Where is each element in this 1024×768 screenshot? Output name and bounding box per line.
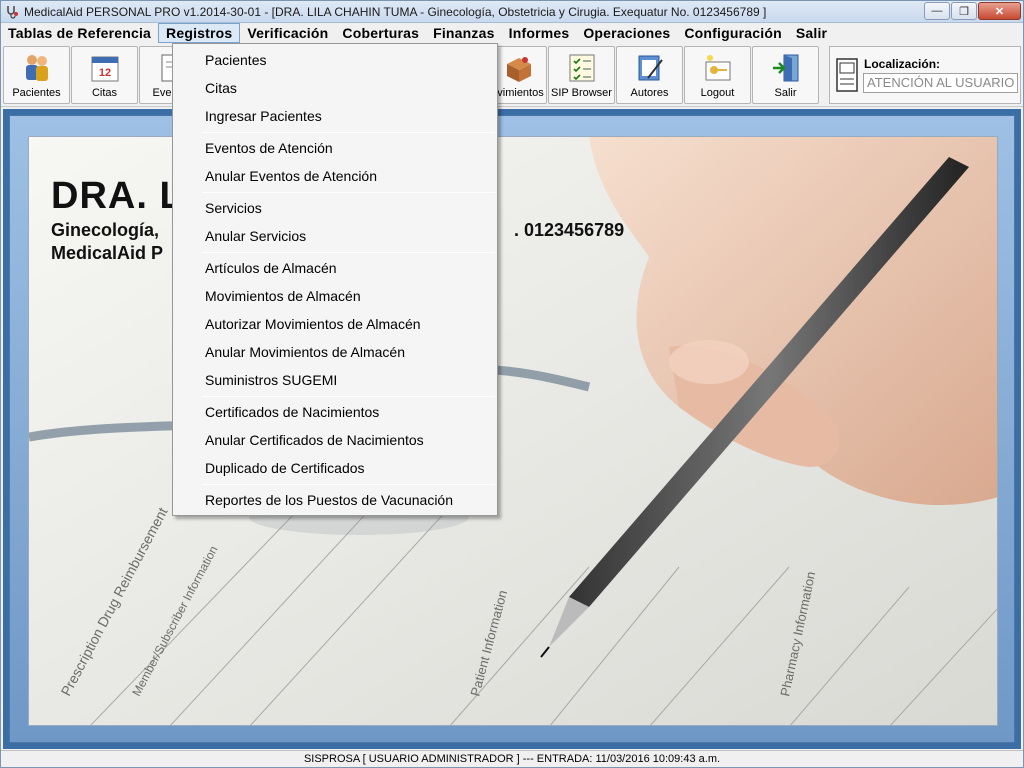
pacientes-button[interactable]: Pacientes bbox=[3, 46, 70, 104]
title-bar[interactable]: MedicalAid PERSONAL PRO v1.2014-30-01 - … bbox=[1, 1, 1023, 23]
pacientes-label: Pacientes bbox=[12, 87, 61, 99]
location-label: Localización: bbox=[864, 57, 941, 71]
document-icon bbox=[161, 54, 172, 82]
salir-label: Salir bbox=[774, 87, 797, 99]
document-subtitle-exequatur: . 0123456789 bbox=[514, 220, 625, 240]
menu-item-suministros-sugemi[interactable]: Suministros SUGEMI bbox=[173, 367, 497, 393]
menu-item-servicios[interactable]: Servicios bbox=[173, 195, 497, 221]
app-window: MedicalAid PERSONAL PRO v1.2014-30-01 - … bbox=[0, 0, 1024, 768]
window-title: MedicalAid PERSONAL PRO v1.2014-30-01 - … bbox=[24, 4, 767, 19]
notepad-icon bbox=[638, 55, 663, 81]
logout-label: Logout bbox=[700, 87, 735, 99]
minimize-button[interactable]: — bbox=[924, 2, 950, 20]
menu-item-anular-servicios[interactable]: Anular Servicios bbox=[173, 223, 497, 249]
document-subtitle-specialty: Ginecología, bbox=[51, 220, 160, 240]
status-text: SISPROSA [ USUARIO ADMINISTRADOR ] --- E… bbox=[303, 753, 721, 765]
exit-door-icon bbox=[772, 54, 798, 82]
people-icon bbox=[25, 55, 48, 81]
autores-label: Autores bbox=[630, 87, 669, 99]
menu-item-articulos-de-almacen[interactable]: Artículos de Almacén bbox=[173, 255, 497, 281]
eventos-label: Eve bbox=[152, 87, 172, 99]
background-frame: Prescription Drug Reimbursement Member/S… bbox=[9, 115, 1015, 743]
menu-operaciones[interactable]: Operaciones bbox=[576, 23, 677, 43]
menu-separator bbox=[202, 484, 495, 485]
sip-browser-button[interactable]: SIP Browser bbox=[548, 46, 615, 104]
menu-verificacion[interactable]: Verificación bbox=[240, 23, 335, 43]
svg-text:12: 12 bbox=[98, 67, 110, 79]
menu-registros[interactable]: Registros bbox=[158, 23, 241, 43]
logout-button[interactable]: Logout bbox=[684, 46, 751, 104]
menu-item-duplicado-de-certificados[interactable]: Duplicado de Certificados bbox=[173, 455, 497, 481]
menu-item-anular-movimientos-de-almacen[interactable]: Anular Movimientos de Almacén bbox=[173, 339, 497, 365]
autores-button[interactable]: Autores bbox=[616, 46, 683, 104]
menu-item-anular-eventos-de-atencion[interactable]: Anular Eventos de Atención bbox=[173, 163, 497, 189]
box-icon bbox=[507, 57, 531, 82]
menu-item-certificados-de-nacimientos[interactable]: Certificados de Nacimientos bbox=[173, 399, 497, 425]
menu-item-pacientes[interactable]: Pacientes bbox=[173, 47, 497, 73]
menu-item-ingresar-pacientes[interactable]: Ingresar Pacientes bbox=[173, 103, 497, 129]
registros-dropdown-menu: Pacientes Citas Ingresar Pacientes Event… bbox=[172, 43, 498, 516]
document-subtitle-product: MedicalAid P bbox=[51, 243, 164, 263]
minimize-icon: — bbox=[931, 5, 943, 17]
menu-bar: Tablas de Referencia Registros Verificac… bbox=[1, 23, 1023, 43]
server-icon bbox=[836, 58, 858, 92]
restore-button[interactable]: ❐ bbox=[951, 2, 977, 20]
citas-button[interactable]: 12 Citas bbox=[71, 46, 138, 104]
menu-coberturas[interactable]: Coberturas bbox=[335, 23, 426, 43]
menu-finanzas[interactable]: Finanzas bbox=[426, 23, 502, 43]
menu-item-movimientos-de-almacen[interactable]: Movimientos de Almacén bbox=[173, 283, 497, 309]
status-bar: SISPROSA [ USUARIO ADMINISTRADOR ] --- E… bbox=[1, 750, 1023, 767]
menu-item-citas[interactable]: Citas bbox=[173, 75, 497, 101]
menu-separator bbox=[202, 192, 495, 193]
salir-button[interactable]: Salir bbox=[752, 46, 819, 104]
restore-icon: ❐ bbox=[959, 5, 969, 18]
menu-tablas-de-referencia[interactable]: Tablas de Referencia bbox=[1, 23, 158, 43]
menu-configuracion[interactable]: Configuración bbox=[677, 23, 788, 43]
menu-separator bbox=[202, 132, 495, 133]
toolbar: Pacientes 12 Citas Eve vimientos SIP Bro… bbox=[1, 43, 1023, 107]
key-icon bbox=[705, 55, 730, 81]
sip-browser-label: SIP Browser bbox=[551, 87, 612, 99]
menu-separator bbox=[202, 396, 495, 397]
menu-item-autorizar-movimientos-de-almacen[interactable]: Autorizar Movimientos de Almacén bbox=[173, 311, 497, 337]
main-area: Prescription Drug Reimbursement Member/S… bbox=[3, 109, 1021, 749]
stethoscope-icon bbox=[4, 4, 20, 20]
menu-item-eventos-de-atencion[interactable]: Eventos de Atención bbox=[173, 135, 497, 161]
location-panel: Localización: ATENCIÓN AL USUARIO bbox=[829, 46, 1021, 104]
checklist-icon bbox=[569, 54, 594, 82]
menu-item-reportes-puestos-de-vacunacion[interactable]: Reportes de los Puestos de Vacunación bbox=[173, 487, 497, 513]
calendar-icon: 12 bbox=[91, 56, 118, 82]
menu-informes[interactable]: Informes bbox=[502, 23, 577, 43]
location-field[interactable]: ATENCIÓN AL USUARIO bbox=[863, 73, 1018, 93]
menu-item-anular-certificados-de-nacimientos[interactable]: Anular Certificados de Nacimientos bbox=[173, 427, 497, 453]
eventos-button[interactable]: Eve bbox=[139, 46, 173, 104]
menu-salir[interactable]: Salir bbox=[789, 23, 834, 43]
menu-separator bbox=[202, 252, 495, 253]
close-button[interactable]: ✕ bbox=[978, 2, 1021, 20]
citas-label: Citas bbox=[91, 87, 118, 99]
movimientos-label: vimientos bbox=[497, 87, 544, 99]
close-icon: ✕ bbox=[994, 5, 1005, 18]
